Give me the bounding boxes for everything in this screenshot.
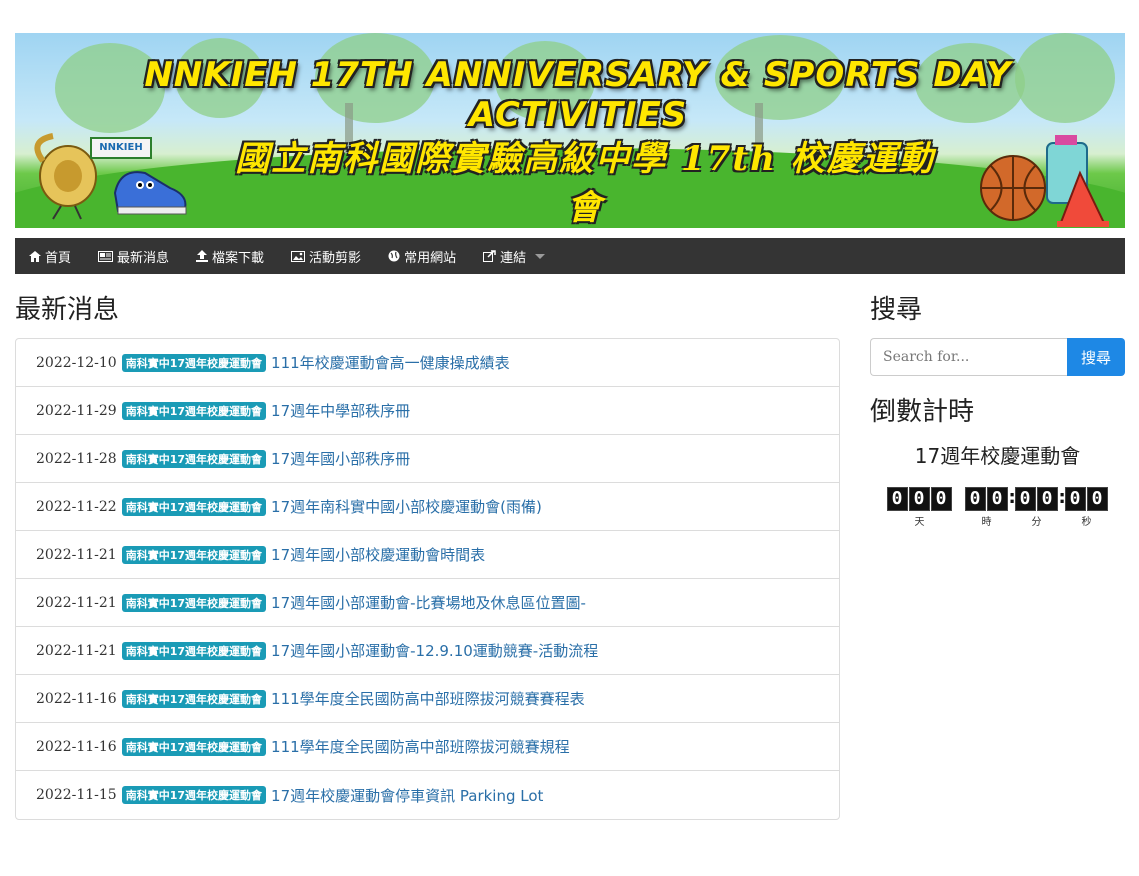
news-date: 2022-11-16	[36, 738, 117, 755]
countdown-digit: 0	[1014, 487, 1036, 511]
news-date: 2022-11-21	[36, 642, 117, 659]
banner-sign: NNKIEH	[90, 137, 152, 159]
news-title-link[interactable]: 17週年中學部秩序冊	[271, 400, 410, 421]
news-list-item: 2022-11-22 南科實中17週年校慶運動會 17週年南科實中國小部校慶運動會(…	[16, 483, 839, 531]
news-title-link[interactable]: 111學年度全民國防高中部班際拔河競賽規程	[271, 736, 570, 757]
news-title-link[interactable]: 111年校慶運動會高一健康操成績表	[271, 352, 510, 373]
countdown-digit: 0	[908, 487, 930, 511]
countdown-label: 天	[914, 517, 925, 528]
image-icon	[291, 250, 306, 262]
globe-icon	[388, 250, 400, 262]
countdown-seconds: 0 0 秒	[1064, 487, 1109, 528]
countdown-digit: 0	[1086, 487, 1108, 511]
news-list-item: 2022-11-21 南科實中17週年校慶運動會 17週年國小部運動會-12.9.1…	[16, 627, 839, 675]
share-icon	[483, 250, 496, 262]
news-date: 2022-12-10	[36, 354, 117, 371]
category-badge[interactable]: 南科實中17週年校慶運動會	[121, 353, 267, 372]
search-input[interactable]	[870, 338, 1067, 376]
chevron-down-icon	[535, 253, 546, 259]
news-list-item: 2022-11-21 南科實中17週年校慶運動會 17週年國小部運動會-比賽場地及休…	[16, 579, 839, 627]
category-badge[interactable]: 南科實中17週年校慶運動會	[121, 401, 267, 420]
nav-item-gallery[interactable]: 活動剪影	[291, 247, 361, 266]
nav-label: 檔案下載	[212, 250, 265, 266]
countdown-label: 分	[1031, 517, 1042, 528]
news-date: 2022-11-16	[36, 690, 117, 707]
newspaper-icon	[98, 250, 114, 262]
news-date: 2022-11-21	[36, 546, 117, 563]
nav-label: 連結	[500, 250, 527, 266]
countdown-hours: 0 0 時	[964, 487, 1009, 528]
news-date: 2022-11-22	[36, 498, 117, 515]
news-title-link[interactable]: 17週年國小部秩序冊	[271, 448, 410, 469]
news-list-item: 2022-11-15 南科實中17週年校慶運動會 17週年校慶運動會停車資訊 Par…	[16, 771, 839, 819]
news-date: 2022-11-21	[36, 594, 117, 611]
banner-title: NNKIEH 17TH ANNIVERSARY & SPORTS DAY ACT…	[144, 55, 1012, 135]
countdown-heading: 倒數計時	[870, 397, 975, 427]
countdown-label: 時	[981, 517, 992, 528]
nav-item-websites[interactable]: 常用網站	[388, 247, 456, 266]
nav-item-home[interactable]: 首頁	[29, 247, 71, 266]
countdown-digit: 0	[1064, 487, 1086, 511]
category-badge[interactable]: 南科實中17週年校慶運動會	[121, 593, 267, 612]
home-icon	[29, 250, 41, 262]
nav-label: 活動剪影	[309, 250, 362, 266]
sports-mascots-icon	[980, 135, 1109, 227]
banner-subtitle: 國立南科國際實驗高級中學 17th 校慶運動會	[235, 139, 935, 228]
category-badge[interactable]: 南科實中17週年校慶運動會	[121, 641, 267, 660]
category-badge[interactable]: 南科實中17週年校慶運動會	[121, 689, 267, 708]
search-button[interactable]: 搜尋	[1067, 338, 1125, 376]
category-badge[interactable]: 南科實中17週年校慶運動會	[121, 786, 267, 804]
news-list-item: 2022-11-29 南科實中17週年校慶運動會 17週年中學部秩序冊	[16, 387, 839, 435]
news-list-item: 2022-11-28 南科實中17週年校慶運動會 17週年國小部秩序冊	[16, 435, 839, 483]
countdown-digit: 0	[986, 487, 1008, 511]
top-navbar: 首頁 最新消息 檔案下載 活動剪影 常用網站 連結	[15, 238, 1125, 274]
countdown-days: 0 0 0 天	[886, 487, 953, 528]
news-title-link[interactable]: 17週年校慶運動會停車資訊 Parking Lot	[271, 785, 543, 806]
countdown-digit: 0	[886, 487, 908, 511]
category-badge[interactable]: 南科實中17週年校慶運動會	[121, 497, 267, 516]
nav-label: 常用網站	[404, 250, 457, 266]
nav-item-links-dropdown[interactable]: 連結	[483, 247, 546, 266]
news-heading: 最新消息	[15, 295, 120, 325]
countdown-minutes: 0 0 分	[1014, 487, 1059, 528]
countdown-digit: 0	[964, 487, 986, 511]
news-title-link[interactable]: 17週年國小部運動會-比賽場地及休息區位置圖-	[271, 592, 586, 613]
news-title-link[interactable]: 111學年度全民國防高中部班際拔河競賽賽程表	[271, 688, 585, 709]
page: NNKIEH NNKIEH 17TH ANNIVERSARY & SPORTS …	[15, 33, 1125, 820]
news-date: 2022-11-28	[36, 450, 117, 467]
news-title-link[interactable]: 17週年國小部運動會-12.9.10運動競賽-活動流程	[271, 640, 598, 661]
category-badge[interactable]: 南科實中17週年校慶運動會	[121, 545, 267, 564]
banner-image: NNKIEH NNKIEH 17TH ANNIVERSARY & SPORTS …	[15, 33, 1125, 228]
sidebar: 搜尋 搜尋 倒數計時 17週年校慶運動會 0 0 0 天	[870, 292, 1125, 820]
nav-label: 首頁	[45, 250, 72, 266]
countdown-event-name: 17週年校慶運動會	[914, 444, 1081, 468]
news-list-item: 2022-11-16 南科實中17週年校慶運動會 111學年度全民國防高中部班際拔河…	[16, 675, 839, 723]
category-badge[interactable]: 南科實中17週年校慶運動會	[121, 737, 267, 756]
countdown-timer: 0 0 0 天 0 0 時 : 0 0 分: 0 0 秒	[870, 487, 1125, 528]
countdown-digit: 0	[930, 487, 952, 511]
news-date: 2022-11-15	[36, 787, 117, 803]
nav-item-news[interactable]: 最新消息	[98, 247, 169, 266]
nav-label: 最新消息	[117, 250, 170, 266]
news-list: 2022-12-10 南科實中17週年校慶運動會 111年校慶運動會高一健康操成績表…	[15, 338, 840, 820]
countdown-label: 秒	[1081, 517, 1092, 528]
news-date: 2022-11-29	[36, 402, 117, 419]
news-title-link[interactable]: 17週年國小部校慶運動會時間表	[271, 544, 485, 565]
nav-item-downloads[interactable]: 檔案下載	[196, 247, 264, 266]
search-form: 搜尋	[870, 338, 1125, 376]
countdown-digit: 0	[1036, 487, 1058, 511]
news-list-item: 2022-11-16 南科實中17週年校慶運動會 111學年度全民國防高中部班際拔河…	[16, 723, 839, 771]
news-list-item: 2022-12-10 南科實中17週年校慶運動會 111年校慶運動會高一健康操成績表	[16, 339, 839, 387]
search-heading: 搜尋	[870, 295, 923, 325]
upload-icon	[196, 250, 209, 262]
news-section: 最新消息 2022-12-10 南科實中17週年校慶運動會 111年校慶運動會高一健…	[15, 292, 840, 820]
news-title-link[interactable]: 17週年南科實中國小部校慶運動會(雨備)	[271, 496, 542, 517]
category-badge[interactable]: 南科實中17週年校慶運動會	[121, 449, 267, 468]
news-list-item: 2022-11-21 南科實中17週年校慶運動會 17週年國小部校慶運動會時間表	[16, 531, 839, 579]
shoe-mascot-icon	[113, 171, 187, 215]
